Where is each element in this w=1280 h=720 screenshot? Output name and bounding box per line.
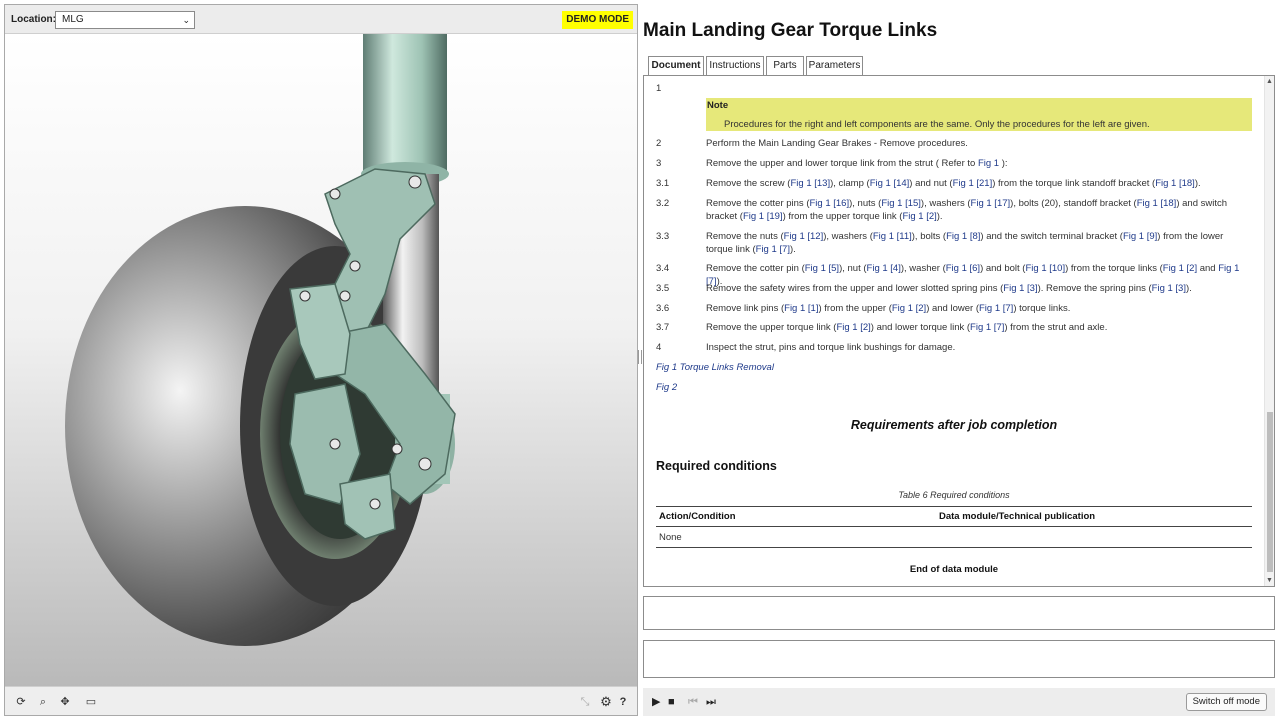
- tab-document[interactable]: Document: [648, 56, 704, 76]
- step-number: 3.7: [656, 322, 670, 333]
- required-conditions-heading: Required conditions: [656, 459, 777, 473]
- page-title: Main Landing Gear Torque Links: [643, 20, 938, 41]
- previous-icon[interactable]: ⏮: [688, 696, 698, 708]
- step-number: 3.1: [656, 178, 670, 189]
- stop-icon[interactable]: ■: [668, 696, 675, 708]
- step-text: Remove link pins (Fig 1 [1]) from the up…: [706, 303, 1071, 314]
- table-cell: None: [659, 532, 682, 543]
- note-box: Note Procedures for the right and left c…: [706, 98, 1252, 131]
- help-icon[interactable]: ?: [615, 694, 631, 710]
- step-number: 4: [656, 342, 662, 353]
- settings-icon[interactable]: ⚙: [598, 694, 614, 710]
- note-title: Note: [707, 100, 729, 111]
- table-rule: [656, 506, 1252, 507]
- switch-off-mode-button[interactable]: Switch off mode: [1185, 693, 1267, 711]
- player-toolbar: ▶ ■ ⏮ ⏭ Switch off mode: [643, 688, 1275, 716]
- table-rule: [656, 526, 1252, 527]
- table-header-action: Action/Condition: [659, 511, 736, 522]
- panel-splitter[interactable]: [638, 350, 642, 364]
- location-select-value: MLG: [62, 14, 84, 25]
- step-text: Remove the safety wires from the upper a…: [706, 283, 1192, 294]
- step-number: 1: [656, 83, 662, 94]
- scroll-up-icon[interactable]: ▲: [1266, 78, 1273, 85]
- rotate-icon[interactable]: ⟳: [13, 694, 29, 710]
- scroll-thumb[interactable]: [1267, 412, 1273, 572]
- play-icon[interactable]: ▶: [652, 696, 660, 708]
- info-panel-2: [643, 640, 1275, 678]
- figure-2-link[interactable]: Fig 2: [656, 382, 677, 393]
- next-icon[interactable]: ⏭: [706, 696, 716, 708]
- step-text: Remove the cotter pins (Fig 1 [16]), nut…: [706, 198, 1228, 222]
- step-text: Remove the nuts (Fig 1 [12]), washers (F…: [706, 231, 1224, 255]
- step-number: 3.3: [656, 231, 670, 242]
- landing-gear-model-image: [65, 34, 456, 646]
- table-caption: Table 6 Required conditions: [898, 490, 1010, 500]
- viewer-toolbar-bottom: ⟳ ⌕ ✥ ▭ ⤡ ⚙ ?: [5, 686, 637, 715]
- chevron-down-icon: ⌄: [182, 15, 190, 25]
- fit-icon[interactable]: ▭: [83, 694, 99, 710]
- step-number: 3.2: [656, 198, 670, 209]
- step-text: Inspect the strut, pins and torque link …: [706, 342, 956, 353]
- step-text: Remove the screw (Fig 1 [13]), clamp (Fi…: [706, 178, 1201, 189]
- end-of-module-text: End of data module: [909, 564, 999, 575]
- step-text: Remove the upper and lower torque link f…: [706, 158, 1008, 169]
- zoom-icon[interactable]: ⌕: [35, 694, 51, 710]
- hide-icon[interactable]: ⤡: [577, 694, 593, 710]
- location-select[interactable]: MLG ⌄: [55, 11, 195, 29]
- step-number: 3: [656, 158, 662, 169]
- document-viewer[interactable]: 1 Note Procedures for the right and left…: [643, 75, 1275, 587]
- 3d-viewer-panel: Location: MLG ⌄ DEMO MODE ⟳ ⌕ ✥ ▭ ⤡ ⚙ ?: [4, 4, 638, 716]
- tab-parameters[interactable]: Parameters: [806, 56, 863, 75]
- 3d-model-canvas[interactable]: [5, 34, 637, 687]
- step-number: 3.4: [656, 263, 670, 274]
- info-panel-1: [643, 596, 1275, 630]
- document-scrollbar[interactable]: ▲ ▼: [1264, 76, 1274, 586]
- tab-instructions[interactable]: Instructions: [706, 56, 764, 75]
- note-text: Procedures for the right and left compon…: [724, 119, 1150, 130]
- scroll-down-icon[interactable]: ▼: [1266, 577, 1273, 584]
- tab-parts[interactable]: Parts: [766, 56, 804, 75]
- table-rule: [656, 547, 1252, 548]
- demo-mode-badge: DEMO MODE: [562, 11, 633, 29]
- step-number: 3.6: [656, 303, 670, 314]
- document-content: 1 Note Procedures for the right and left…: [644, 76, 1264, 586]
- step-text: Perform the Main Landing Gear Brakes - R…: [706, 138, 968, 149]
- table-header-data-module: Data module/Technical publication: [939, 511, 1096, 522]
- requirements-heading: Requirements after job completion: [850, 418, 1058, 432]
- pan-icon[interactable]: ✥: [57, 694, 73, 710]
- figure-1-link[interactable]: Fig 1 Torque Links Removal: [656, 362, 774, 373]
- location-label: Location:: [11, 14, 56, 25]
- step-text: Remove the upper torque link (Fig 1 [2])…: [706, 322, 1108, 333]
- step-number: 2: [656, 138, 662, 149]
- viewer-toolbar-top: Location: MLG ⌄ DEMO MODE: [5, 5, 637, 34]
- step-number: 3.5: [656, 283, 670, 294]
